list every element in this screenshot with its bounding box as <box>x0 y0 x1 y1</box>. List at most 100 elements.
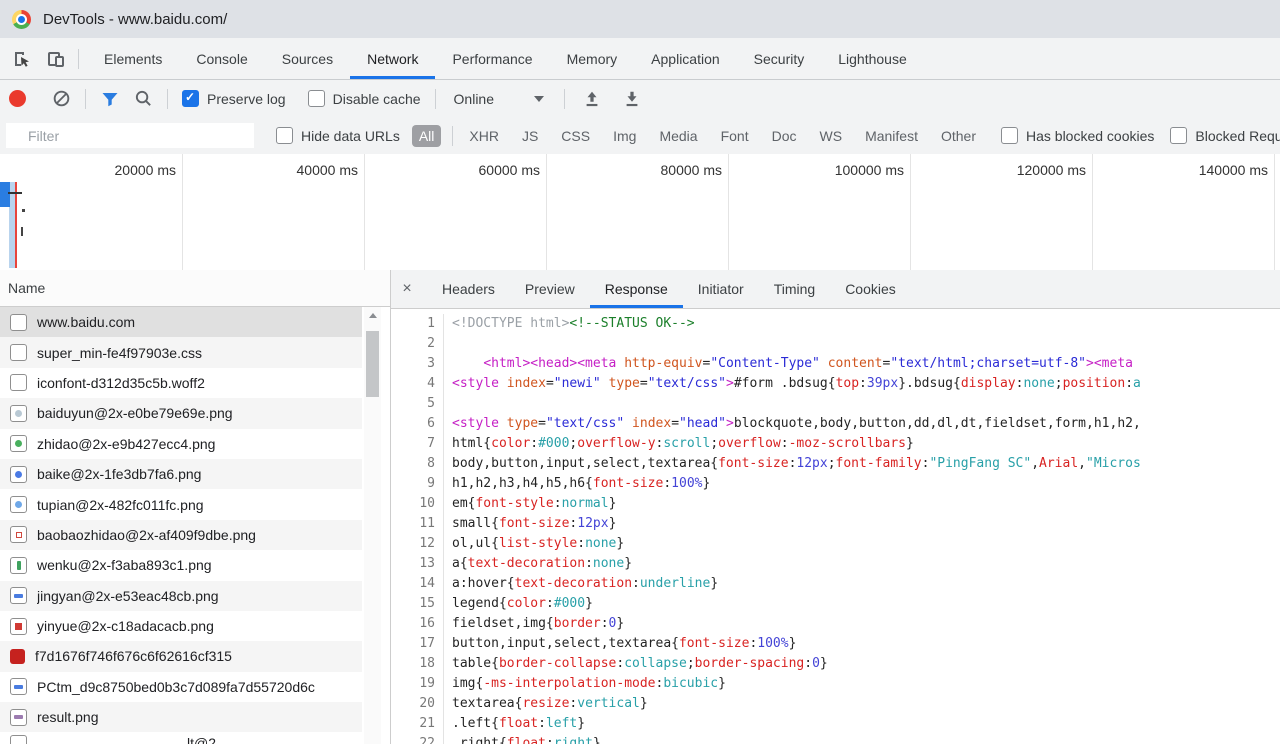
code-line: 18table{border-collapse:collapse;border-… <box>391 654 1280 674</box>
blocked-requests-checkbox[interactable] <box>1170 127 1187 144</box>
filter-type-css[interactable]: CSS <box>556 125 595 147</box>
search-icon[interactable] <box>134 89 153 108</box>
filter-input[interactable] <box>6 123 254 148</box>
request-row[interactable]: jingyan@2x-e53eac48cb.png <box>0 581 362 611</box>
request-row[interactable]: wenku@2x-f3aba893c1.png <box>0 550 362 580</box>
import-har-icon[interactable] <box>583 90 601 108</box>
request-detail-panel: × HeadersPreviewResponseInitiatorTimingC… <box>391 270 1280 744</box>
clear-network-log-icon[interactable] <box>52 89 71 108</box>
tab-console[interactable]: Console <box>179 38 264 79</box>
has-blocked-cookies-checkbox[interactable] <box>1001 127 1018 144</box>
detail-tab-headers[interactable]: Headers <box>427 270 510 308</box>
request-name: f7d1676f746f676c6f62616cf315 <box>35 648 232 664</box>
code-line: 15legend{color:#000} <box>391 594 1280 614</box>
line-content: button,input,select,textarea{font-size:1… <box>444 634 796 654</box>
disable-cache-checkbox[interactable] <box>308 90 325 107</box>
close-detail-icon[interactable]: × <box>393 270 421 308</box>
filter-type-all[interactable]: All <box>412 125 442 147</box>
request-row[interactable]: zhidao@2x-e9b427ecc4.png <box>0 429 362 459</box>
request-row[interactable]: baobaozhidao@2x-af409f9dbe.png <box>0 520 362 550</box>
filter-type-js[interactable]: JS <box>517 125 543 147</box>
name-column-header[interactable]: Name <box>0 270 390 307</box>
line-content: h1,h2,h3,h4,h5,h6{font-size:100%} <box>444 474 710 494</box>
timeline-label: 140000 ms <box>1128 162 1268 178</box>
detail-tab-response[interactable]: Response <box>590 270 683 308</box>
request-name: super_min-fe4f97903e.css <box>37 345 202 361</box>
timeline-gridline <box>546 154 547 270</box>
line-number: 18 <box>391 654 444 674</box>
request-row[interactable]: f7d1676f746f676c6f62616cf315 <box>0 641 362 671</box>
tab-performance[interactable]: Performance <box>435 38 549 79</box>
line-number: 16 <box>391 614 444 634</box>
image-preview-icon <box>10 587 27 604</box>
request-row[interactable]: tupian@2x-482fc011fc.png <box>0 489 362 519</box>
image-preview-icon <box>10 618 27 635</box>
request-row-partial[interactable]: lt@2 <box>0 733 362 744</box>
request-name: baike@2x-1fe3db7fa6.png <box>37 466 201 482</box>
filter-icon[interactable] <box>100 89 120 109</box>
network-overview-timeline[interactable]: 20000 ms40000 ms60000 ms80000 ms100000 m… <box>0 154 1280 271</box>
code-line: 1<!DOCTYPE html><!--STATUS OK--> <box>391 314 1280 334</box>
code-line: 16fieldset,img{border:0} <box>391 614 1280 634</box>
request-name: lt@2 <box>187 735 216 744</box>
line-content <box>444 334 452 354</box>
tab-memory[interactable]: Memory <box>550 38 635 79</box>
filter-type-media[interactable]: Media <box>654 125 702 147</box>
scrollbar-thumb[interactable] <box>366 331 379 397</box>
line-number: 7 <box>391 434 444 454</box>
timeline-gridline <box>728 154 729 270</box>
inspect-element-icon[interactable] <box>12 49 32 69</box>
requests-scrollbar[interactable] <box>364 307 381 744</box>
tab-sources[interactable]: Sources <box>265 38 350 79</box>
line-number: 4 <box>391 374 444 394</box>
line-number: 21 <box>391 714 444 734</box>
filter-type-img[interactable]: Img <box>608 125 641 147</box>
request-row[interactable]: baike@2x-1fe3db7fa6.png <box>0 459 362 489</box>
detail-tab-timing[interactable]: Timing <box>759 270 831 308</box>
filter-type-manifest[interactable]: Manifest <box>860 125 923 147</box>
code-line: 19img{-ms-interpolation-mode:bicubic} <box>391 674 1280 694</box>
request-row[interactable]: PCtm_d9c8750bed0b3c7d089fa7d55720d6c <box>0 672 362 702</box>
toggle-device-toolbar-icon[interactable] <box>46 49 66 69</box>
detail-tab-cookies[interactable]: Cookies <box>830 270 911 308</box>
request-name: baobaozhidao@2x-af409f9dbe.png <box>37 527 256 543</box>
line-content: body,button,input,select,textarea{font-s… <box>444 454 1141 474</box>
request-row[interactable]: result.png <box>0 702 362 732</box>
filter-type-xhr[interactable]: XHR <box>464 125 504 147</box>
line-content: <html><head><meta http-equiv="Content-Ty… <box>444 354 1141 374</box>
request-row[interactable]: iconfont-d312d35c5b.woff2 <box>0 368 362 398</box>
tab-security[interactable]: Security <box>737 38 822 79</box>
code-line: 22.right{float:right} <box>391 734 1280 744</box>
scrollbar-up-arrow-icon[interactable] <box>364 307 381 324</box>
tab-lighthouse[interactable]: Lighthouse <box>821 38 924 79</box>
response-code-viewer[interactable]: 1<!DOCTYPE html><!--STATUS OK-->23 <html… <box>391 309 1280 744</box>
detail-tab-preview[interactable]: Preview <box>510 270 590 308</box>
filter-type-font[interactable]: Font <box>716 125 754 147</box>
record-network-log-button[interactable] <box>9 90 26 107</box>
request-row[interactable]: baiduyun@2x-e0be79e69e.png <box>0 398 362 428</box>
line-number: 11 <box>391 514 444 534</box>
request-row[interactable]: super_min-fe4f97903e.css <box>0 337 362 367</box>
preserve-log-checkbox[interactable] <box>182 90 199 107</box>
throttling-dropdown-arrow-icon[interactable] <box>534 96 544 102</box>
devtools-tabbar: ElementsConsoleSourcesNetworkPerformance… <box>0 38 1280 80</box>
filter-type-ws[interactable]: WS <box>815 125 848 147</box>
tab-network[interactable]: Network <box>350 38 435 79</box>
filter-type-other[interactable]: Other <box>936 125 981 147</box>
network-filter-bar: Hide data URLs All XHR JS CSS Img Media Font Do… <box>0 117 1280 155</box>
tab-elements[interactable]: Elements <box>87 38 179 79</box>
request-row[interactable]: www.baidu.com <box>0 307 362 337</box>
hide-data-urls-label: Hide data URLs <box>301 128 400 144</box>
divider <box>435 89 436 109</box>
hide-data-urls-checkbox[interactable] <box>276 127 293 144</box>
tab-application[interactable]: Application <box>634 38 737 79</box>
export-har-icon[interactable] <box>623 90 641 108</box>
line-content: legend{color:#000} <box>444 594 593 614</box>
file-icon <box>10 314 27 331</box>
throttling-select[interactable]: Online <box>454 91 494 107</box>
request-row[interactable]: yinyue@2x-c18adacacb.png <box>0 611 362 641</box>
request-name: jingyan@2x-e53eac48cb.png <box>37 588 219 604</box>
filter-type-doc[interactable]: Doc <box>767 125 802 147</box>
detail-tab-initiator[interactable]: Initiator <box>683 270 759 308</box>
timeline-gridline <box>364 154 365 270</box>
